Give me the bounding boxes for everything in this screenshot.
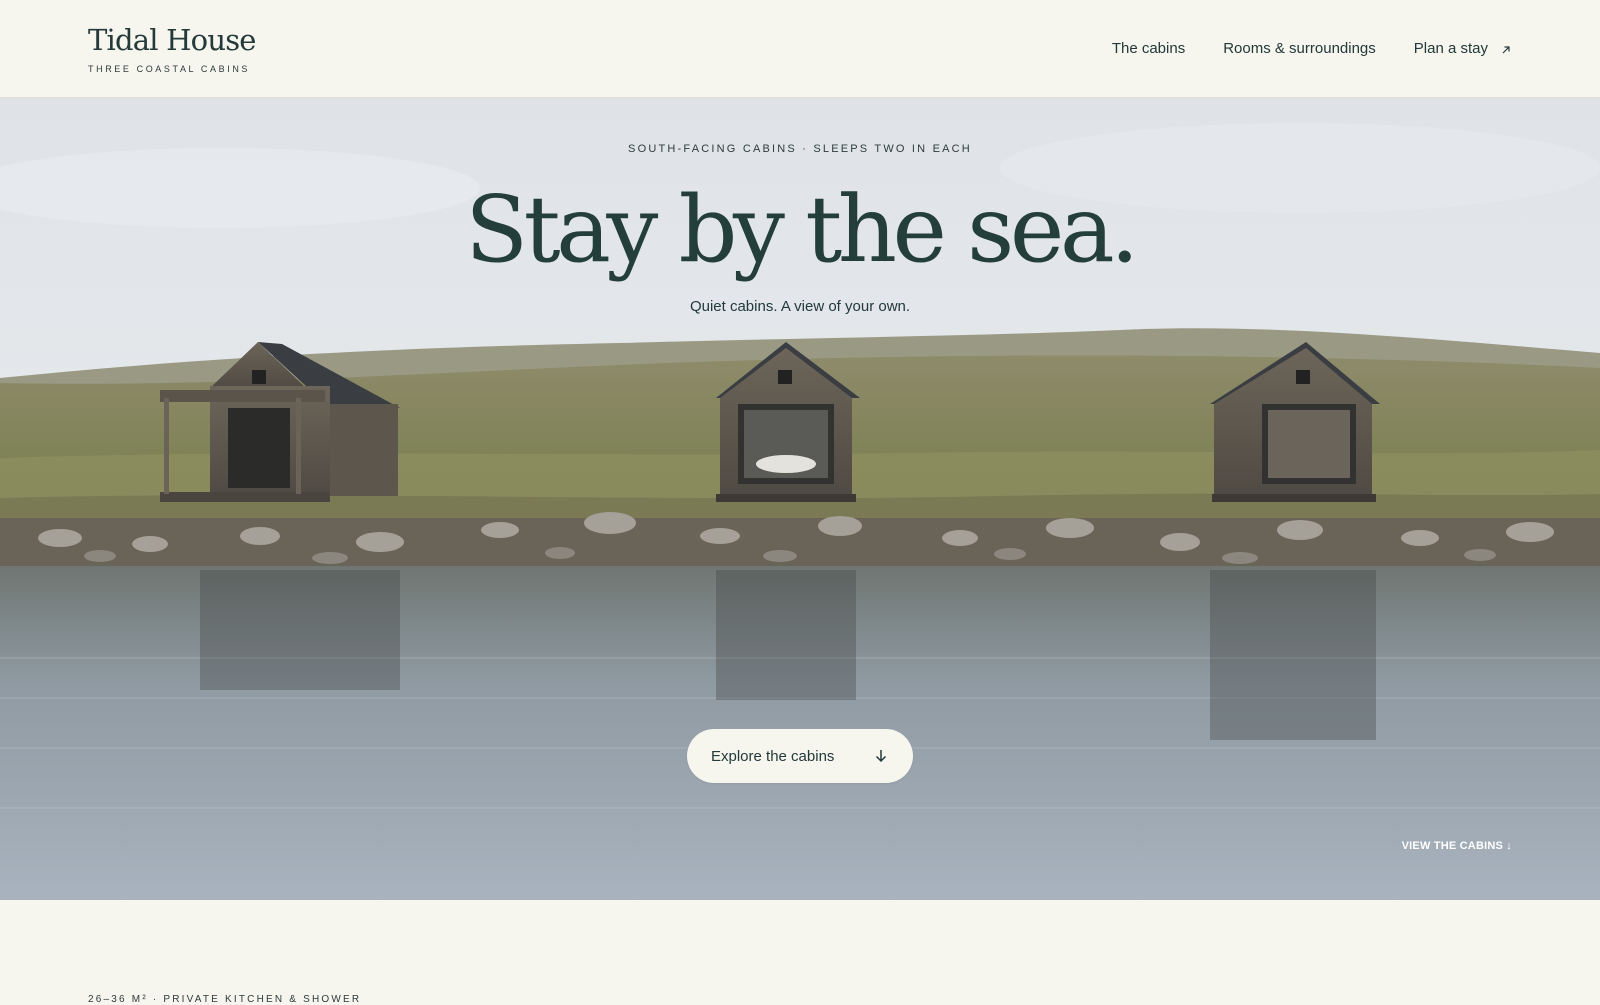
brand-logo[interactable]: Tidal House THREE COASTAL CABINS: [88, 22, 256, 74]
nav-link-the-cabins[interactable]: The cabins: [1112, 40, 1185, 57]
nav-link-label: Plan a stay: [1413, 40, 1488, 57]
nav-link-label: The cabins: [1111, 40, 1186, 57]
nav-link-rooms-surroundings[interactable]: Rooms & surroundings: [1223, 40, 1376, 57]
hero-headline: Stay by the sea.: [465, 176, 1139, 283]
explore-cabins-button[interactable]: Explore the cabins: [687, 729, 913, 783]
arrow-up-right-icon: [1500, 43, 1512, 55]
site-header: Tidal House THREE COASTAL CABINS The cab…: [0, 0, 1600, 98]
hero-eyebrow: SOUTH-FACING CABINS · SLEEPS TWO IN EACH: [628, 143, 972, 155]
brand-name: Tidal House: [88, 23, 256, 57]
nav-link-label: Rooms & surroundings: [1223, 40, 1376, 57]
hero-subhead: Quiet cabins. A view of your own.: [689, 298, 911, 315]
brand-tagline: THREE COASTAL CABINS: [88, 64, 251, 74]
explore-cabins-label: Explore the cabins: [711, 747, 835, 765]
cabins-section: 26–36 M² · PRIVATE KITCHEN & SHOWER: [0, 900, 1600, 1005]
arrow-down-icon: [873, 748, 889, 764]
main-nav: The cabins Rooms & surroundings Plan a s…: [1074, 40, 1512, 57]
nav-link-plan-a-stay[interactable]: Plan a stay: [1414, 40, 1512, 57]
view-cabins-link[interactable]: VIEW THE CABINS ↓: [1402, 840, 1512, 852]
hero-section: SOUTH-FACING CABINS · SLEEPS TWO IN EACH…: [0, 98, 1600, 900]
